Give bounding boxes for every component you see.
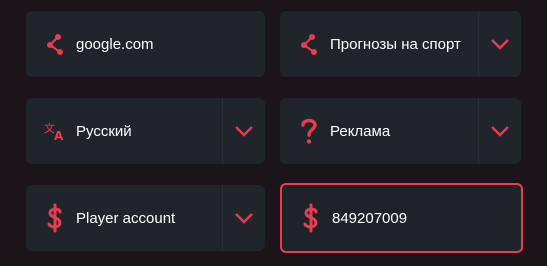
dollar-icon	[300, 203, 322, 233]
site-value: google.com	[76, 35, 154, 53]
language-select[interactable]: 文 A Русский	[26, 98, 265, 164]
chevron-down-icon[interactable]	[478, 11, 521, 77]
chevron-down-icon[interactable]	[478, 98, 521, 164]
dollar-icon	[44, 203, 66, 233]
chevron-down-icon[interactable]	[222, 98, 265, 164]
share-node-icon	[298, 31, 320, 57]
category-value: Прогнозы на спорт	[330, 35, 461, 53]
language-value: Русский	[76, 122, 132, 140]
ad-type-value: Реклама	[330, 122, 391, 140]
ad-type-select[interactable]: Реклама	[280, 98, 521, 164]
account-type-select[interactable]: Player account	[26, 185, 265, 251]
share-node-icon	[44, 31, 66, 57]
category-select[interactable]: Прогнозы на спорт	[280, 11, 521, 77]
translate-icon: 文 A	[44, 118, 66, 144]
site-select[interactable]: google.com	[26, 11, 265, 77]
question-icon	[298, 118, 320, 144]
account-type-value: Player account	[76, 209, 176, 227]
chevron-down-icon[interactable]	[222, 185, 265, 251]
svg-text:A: A	[54, 129, 64, 141]
account-id-value[interactable]: 849207009	[332, 210, 521, 227]
account-id-input[interactable]: 849207009	[280, 183, 523, 253]
